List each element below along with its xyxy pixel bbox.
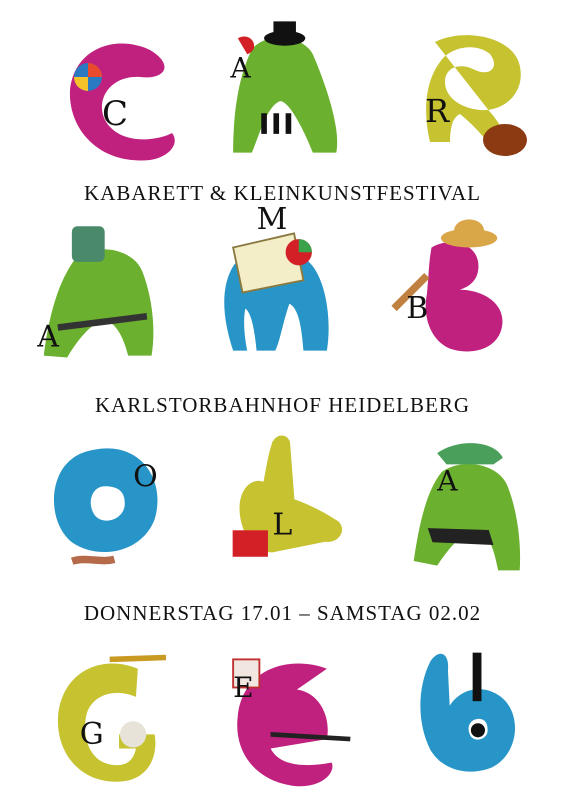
hand-m-icon: M: [205, 202, 355, 360]
festival-venue: KARLSTORBAHNHOF HEIDELBERG: [94, 393, 471, 417]
hand-c-icon: C: [40, 25, 190, 175]
svg-text:B: B: [406, 291, 428, 326]
hand-a-icon: A: [205, 12, 355, 162]
hand-a2-icon: A: [25, 215, 175, 365]
svg-text:R: R: [425, 92, 450, 130]
hand-o-icon: O: [30, 430, 180, 580]
svg-text:M: M: [257, 202, 288, 237]
svg-text:A: A: [36, 319, 59, 354]
festival-dates: DONNERSTAG 17.01 – SAMSTAG 02.02: [83, 601, 482, 625]
festival-poster: C A R KABARETT & KLEINKUNSTFESTIVAL A M …: [0, 0, 565, 800]
svg-text:E: E: [233, 671, 254, 704]
svg-text:O: O: [133, 459, 158, 494]
hand-b-icon: B: [380, 210, 530, 360]
hand-r-icon: R: [395, 22, 545, 172]
hand-g-icon: G: [30, 650, 180, 800]
hand-exclamation-icon: [395, 635, 545, 785]
svg-text:C: C: [102, 94, 128, 134]
hand-a3-icon: A: [395, 425, 545, 575]
svg-text:A: A: [436, 465, 458, 498]
svg-text:G: G: [80, 717, 104, 752]
hand-l-icon: L: [215, 420, 365, 570]
svg-text:L: L: [272, 508, 292, 543]
hand-e-icon: E: [205, 650, 355, 800]
svg-text:A: A: [229, 52, 251, 85]
